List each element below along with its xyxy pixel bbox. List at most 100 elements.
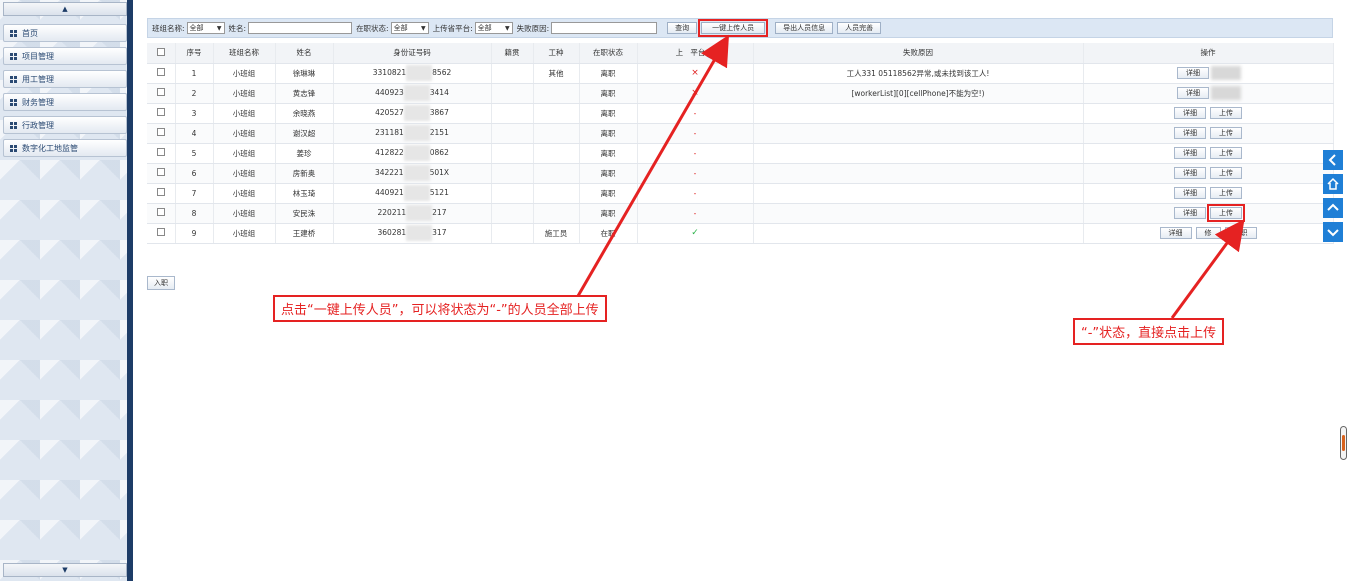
detail-button[interactable]: 详细 bbox=[1174, 127, 1206, 139]
id-number-prefix: 360281 bbox=[377, 228, 407, 237]
select-all-cell[interactable] bbox=[147, 43, 176, 64]
detail-button[interactable]: 详细 bbox=[1159, 227, 1192, 239]
row-checkbox[interactable] bbox=[156, 68, 165, 76]
row-checkbox[interactable] bbox=[156, 228, 165, 236]
row-number: 4 bbox=[191, 128, 197, 138]
float-back-button[interactable] bbox=[1323, 150, 1343, 170]
sidebar-item-label: 用工管理 bbox=[22, 74, 54, 84]
home-icon bbox=[1327, 177, 1339, 190]
team-name: 小班组 bbox=[232, 68, 256, 78]
operations-cell: 详细 上传 bbox=[1083, 103, 1334, 124]
detail-button[interactable]: 详细 bbox=[1177, 87, 1209, 99]
chevron-up-icon bbox=[1327, 203, 1339, 211]
upload-pending-status: - bbox=[693, 128, 697, 138]
team-name-select-value: 全部 bbox=[189, 24, 204, 32]
id-number-suffix: 3414 bbox=[429, 88, 449, 97]
add-worker-button[interactable]: 入职 bbox=[147, 276, 175, 290]
name-label: 姓名: bbox=[228, 23, 247, 33]
id-number-prefix: 412822 bbox=[375, 148, 404, 157]
detail-button[interactable]: 详细 bbox=[1174, 207, 1206, 219]
row-checkbox[interactable] bbox=[156, 148, 165, 156]
edit-button[interactable]: 修 bbox=[1195, 227, 1221, 239]
upload-button[interactable]: 上传 bbox=[1207, 204, 1245, 222]
redacted-button bbox=[1211, 66, 1241, 80]
detail-button[interactable]: 详细 bbox=[1174, 187, 1206, 199]
chevron-down-icon: ▼ bbox=[420, 24, 426, 32]
query-button[interactable]: 查询 bbox=[667, 22, 698, 34]
grid-icon bbox=[10, 98, 17, 106]
upload-button[interactable]: 上传 bbox=[1210, 127, 1242, 139]
column-header: 操作 bbox=[1083, 43, 1334, 64]
sidebar-scroll-down-button[interactable]: ▼ bbox=[3, 563, 127, 577]
grid-icon bbox=[10, 144, 17, 152]
row-checkbox[interactable] bbox=[156, 108, 165, 116]
worker-name: 谢汉超 bbox=[292, 128, 316, 138]
worker-name: 余晓燕 bbox=[292, 108, 316, 118]
detail-button[interactable]: 详细 bbox=[1174, 107, 1206, 119]
column-header: 姓名 bbox=[275, 43, 334, 64]
name-input[interactable] bbox=[248, 22, 353, 34]
export-button[interactable]: 导出人员信息 bbox=[775, 22, 834, 34]
row-number: 8 bbox=[191, 208, 197, 218]
sidebar-item-finance[interactable]: 财务管理 bbox=[3, 93, 127, 111]
sidebar-item-digital-site[interactable]: 数字化工地监管 bbox=[3, 139, 127, 157]
sidebar-item-label: 数字化工地监管 bbox=[22, 143, 78, 153]
id-number-prefix: 3310821 bbox=[372, 68, 407, 77]
checkbox[interactable] bbox=[156, 47, 165, 56]
team-name: 小班组 bbox=[232, 208, 256, 218]
worker-name: 王建桥 bbox=[292, 228, 316, 238]
table-header-row: 序号 班组名称 姓名 身份证号码 籍贯 工种 在职状态 上 平台? 失败原因 操… bbox=[147, 43, 1334, 64]
job-type: 其他 bbox=[548, 68, 564, 78]
upload-button[interactable]: 上传 bbox=[1210, 187, 1242, 199]
table-row: 5 小班组 姜珍 412822 0862 离职 - 详细 上传 bbox=[147, 143, 1334, 164]
redacted-id bbox=[403, 165, 430, 181]
status-label: 在职状态: bbox=[356, 23, 389, 33]
upload-success-icon: ✓ bbox=[691, 228, 699, 238]
detail-button[interactable]: 详细 bbox=[1177, 67, 1209, 79]
grid-icon bbox=[10, 29, 17, 37]
float-bottom-button[interactable] bbox=[1323, 222, 1343, 242]
checkbox-cell bbox=[147, 163, 176, 184]
employment-status: 离职 bbox=[600, 208, 616, 218]
sidebar-item-labor[interactable]: 用工管理 bbox=[3, 70, 127, 88]
page-scroll-handle[interactable] bbox=[1340, 426, 1347, 460]
upload-button[interactable]: 上传 bbox=[1210, 147, 1242, 159]
sidebar-item-home[interactable]: 首页 bbox=[3, 24, 127, 42]
failure-reason: [workerList][0][cellPhone]不能为空!) bbox=[851, 88, 985, 98]
status-select[interactable]: 全部 ▼ bbox=[390, 22, 429, 34]
id-number-suffix: 3867 bbox=[429, 108, 449, 117]
row-checkbox[interactable] bbox=[156, 128, 165, 136]
upload-button[interactable]: 上传 bbox=[1210, 107, 1242, 119]
sidebar-scroll-up-button[interactable]: ▲ bbox=[3, 2, 127, 16]
help-icon[interactable]: ? bbox=[706, 49, 715, 58]
float-home-button[interactable] bbox=[1323, 174, 1343, 194]
reason-input[interactable] bbox=[551, 22, 658, 34]
redacted-button bbox=[1211, 86, 1241, 100]
checkbox-cell bbox=[147, 83, 176, 104]
team-name-select[interactable]: 全部 ▼ bbox=[186, 22, 225, 34]
sidebar-item-admin[interactable]: 行政管理 bbox=[3, 116, 127, 134]
platform-select[interactable]: 全部 ▼ bbox=[474, 22, 513, 34]
row-checkbox[interactable] bbox=[156, 188, 165, 196]
row-checkbox[interactable] bbox=[156, 88, 165, 96]
float-top-button[interactable] bbox=[1323, 198, 1343, 218]
table-row: 8 小班组 安民洙 220211 217 离职 - 详细 上传 bbox=[147, 203, 1334, 224]
employment-status: 离职 bbox=[600, 68, 616, 78]
detail-button[interactable]: 详细 bbox=[1174, 167, 1206, 179]
row-checkbox[interactable] bbox=[156, 168, 165, 176]
detail-button[interactable]: 详细 bbox=[1174, 147, 1206, 159]
operations-cell: 详细 上传 bbox=[1083, 143, 1334, 164]
complete-button[interactable]: 人员完善 bbox=[837, 22, 882, 34]
sidebar-item-project[interactable]: 项目管理 bbox=[3, 47, 127, 65]
resign-button[interactable]: 离职 bbox=[1224, 227, 1257, 239]
upload-button[interactable]: 上传 bbox=[1210, 167, 1242, 179]
redacted-id bbox=[406, 205, 433, 221]
redacted-id bbox=[403, 185, 430, 201]
worker-table: 序号 班组名称 姓名 身份证号码 籍贯 工种 在职状态 上 平台? 失败原因 操… bbox=[147, 43, 1334, 244]
upload-failed-icon: × bbox=[691, 88, 699, 98]
row-checkbox[interactable] bbox=[156, 208, 165, 216]
upload-all-button[interactable]: 一键上传人员 bbox=[698, 19, 769, 37]
column-header: 身份证号码 bbox=[333, 43, 492, 64]
operations-cell: 详细 上传 bbox=[1083, 123, 1334, 144]
redacted-id bbox=[403, 105, 430, 121]
